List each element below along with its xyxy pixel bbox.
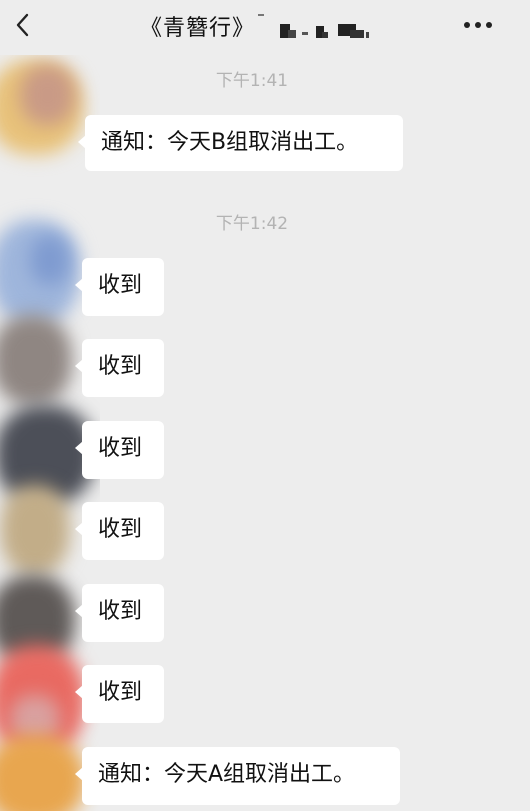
chat-title: 《青簪行》 [140,16,256,41]
avatar [0,485,70,575]
message-bubble[interactable]: 收到 [75,339,164,397]
chat-header: 《青簪行》 [0,0,530,52]
more-options-icon[interactable] [464,20,492,30]
message-bubble[interactable]: 收到 [75,584,164,642]
message-bubble[interactable]: 收到 [75,665,164,723]
message-bubble[interactable]: 收到 [75,421,164,479]
timestamp: 下午1:41 [215,71,289,91]
message-bubble[interactable]: 收到 [75,258,164,316]
avatar [0,315,72,405]
message-bubble[interactable]: 通知：今天A组取消出工。 [75,747,400,805]
redacted-title-mark [258,14,369,38]
timestamp: 下午1:42 [215,214,289,234]
avatar [0,735,85,811]
chevron-left-icon[interactable] [10,9,36,41]
message-bubble[interactable]: 通知：今天B组取消出工。 [78,115,403,171]
message-bubble[interactable]: 收到 [75,502,164,560]
